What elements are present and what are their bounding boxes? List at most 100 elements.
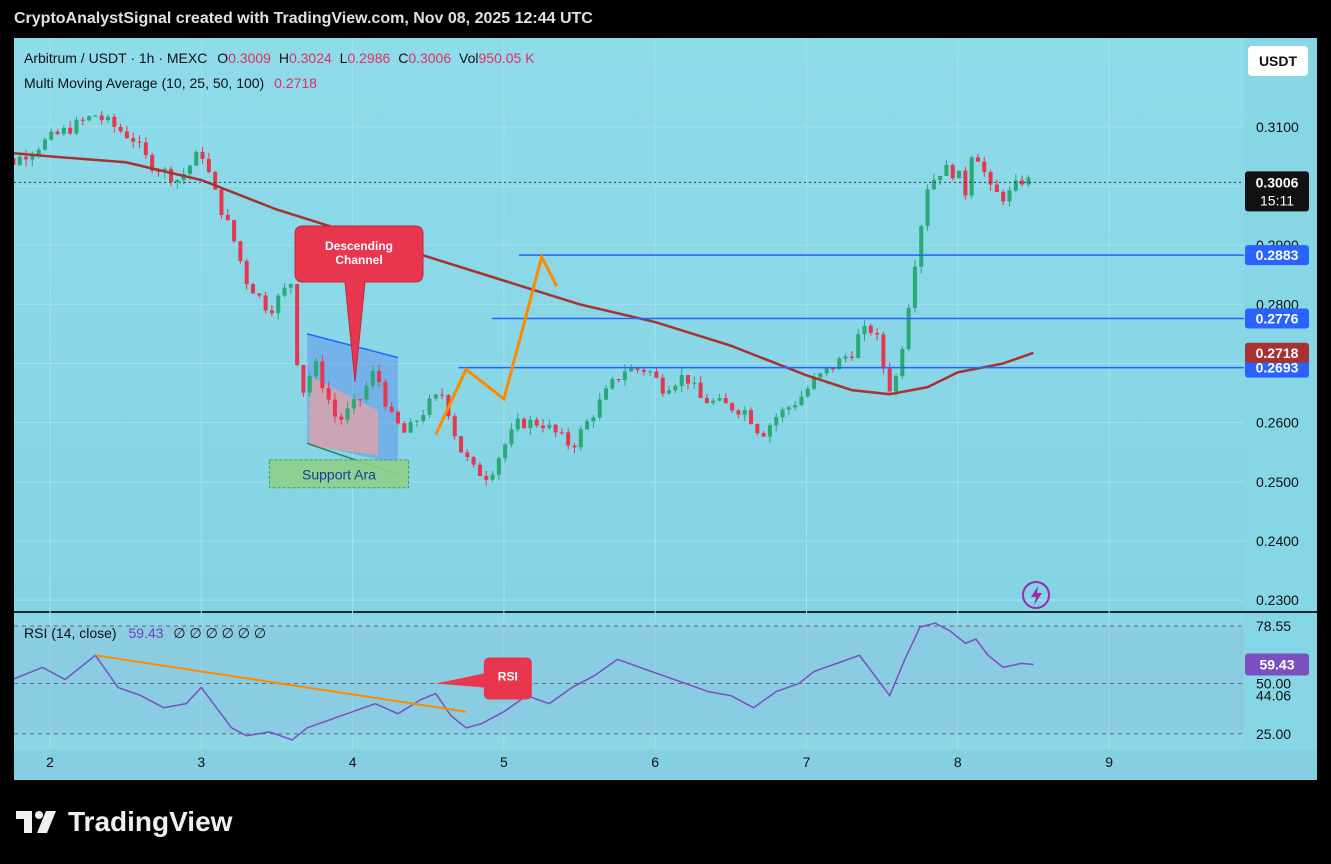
candle-down — [55, 131, 60, 135]
candle-up — [597, 399, 602, 418]
candle-down — [118, 126, 123, 132]
open-value: 0.3009 — [228, 50, 271, 66]
candle-down — [982, 161, 987, 173]
candle-up — [692, 382, 697, 384]
price-axis-tick: 0.2300 — [1256, 592, 1299, 608]
price-level-tag-text: 0.2883 — [1256, 247, 1299, 263]
candle-down — [24, 156, 29, 160]
ma-label: Multi Moving Average (10, 25, 50, 100) — [24, 75, 265, 91]
chart-frame: Support AraDescendingChannel0.31000.3000… — [14, 38, 1317, 780]
rsi-axis-tick: 44.06 — [1256, 687, 1291, 703]
candle-up — [585, 421, 590, 430]
candle-up — [496, 458, 501, 475]
candle-down — [685, 375, 690, 384]
candle-up — [957, 170, 962, 179]
rsi-band — [14, 625, 1244, 734]
candle-down — [975, 157, 980, 162]
candle-up — [673, 385, 678, 391]
tradingview-logo-icon — [16, 811, 56, 833]
candle-down — [244, 261, 249, 285]
brand-name: TradingView — [68, 806, 233, 837]
candle-down — [484, 476, 489, 480]
candle-up — [604, 388, 609, 400]
candle-down — [553, 424, 558, 433]
candle-down — [137, 141, 142, 143]
candle-down — [80, 119, 85, 121]
time-axis-tick: 3 — [197, 754, 205, 770]
candle-down — [761, 433, 766, 437]
candle-up — [490, 474, 495, 480]
candle-up — [433, 394, 438, 399]
candle-down — [522, 418, 527, 429]
candle-up — [818, 373, 823, 378]
candle-down — [723, 398, 728, 404]
candle-up — [421, 414, 426, 422]
candle-up — [74, 119, 79, 134]
rsi-legend[interactable]: RSI (14, close) 59.43 ∅ ∅ ∅ ∅ ∅ ∅ — [24, 625, 266, 642]
candle-down — [540, 425, 545, 429]
rsi-callout-text: RSI — [498, 670, 518, 684]
candle-up — [679, 375, 684, 386]
candle-down — [950, 164, 955, 179]
time-axis-tick: 6 — [651, 754, 659, 770]
price-level-tag-text: 0.2776 — [1256, 310, 1299, 326]
symbol-label[interactable]: Arbitrum / USDT · 1h · MEXC — [24, 50, 207, 66]
ma-legend[interactable]: Multi Moving Average (10, 25, 50, 100) 0… — [24, 75, 317, 91]
chart-attribution: CryptoAnalystSignal created with Trading… — [14, 10, 593, 27]
candle-down — [320, 361, 325, 389]
currency-button[interactable]: USDT — [1248, 46, 1308, 76]
candle-up — [105, 116, 110, 121]
candle-down — [295, 284, 300, 365]
candle-down — [200, 151, 205, 159]
price-legend: Arbitrum / USDT · 1h · MEXC O0.3009 H0.3… — [24, 50, 535, 66]
candle-up — [793, 405, 798, 408]
candle-up — [906, 307, 911, 350]
candle-down — [1001, 191, 1006, 202]
candle-up — [805, 388, 810, 397]
projection-arrow — [434, 252, 559, 436]
low-value: 0.2986 — [347, 50, 391, 66]
candle-up — [42, 139, 47, 150]
rsi-value: 59.43 — [128, 625, 164, 641]
candle-down — [389, 406, 394, 412]
candle-up — [824, 368, 829, 374]
candle-down — [749, 410, 754, 425]
high-value: 0.3024 — [288, 50, 332, 66]
candle-down — [452, 416, 457, 437]
candle-down — [131, 138, 136, 142]
candle-up — [61, 127, 66, 135]
candle-up — [799, 396, 804, 406]
candle-up — [49, 131, 54, 140]
time-axis-tick: 9 — [1105, 754, 1113, 770]
candle-down — [641, 369, 646, 372]
candle-down — [99, 115, 104, 121]
candle-up — [944, 164, 949, 176]
ma-value-tag-text: 0.2718 — [1256, 345, 1299, 361]
lightning-bolt-icon — [1031, 586, 1042, 605]
candle-down — [994, 184, 999, 192]
candle-up — [1007, 190, 1012, 202]
candle-down — [169, 168, 174, 183]
tradingview-logo[interactable]: TradingView — [16, 806, 232, 838]
candle-down — [459, 436, 464, 453]
candle-down — [377, 371, 382, 382]
candle-down — [963, 170, 968, 196]
candle-up — [938, 175, 943, 180]
candle-up — [648, 371, 653, 373]
candle-down — [112, 116, 117, 127]
chart-svg: Support AraDescendingChannel0.31000.3000… — [14, 38, 1309, 770]
candle-up — [717, 398, 722, 401]
rsi-label: RSI (14, close) — [24, 625, 117, 641]
candle-up — [742, 410, 747, 415]
candle-up — [276, 295, 281, 314]
candle-up — [629, 367, 634, 372]
candle-down — [887, 368, 892, 392]
candle-down — [704, 398, 709, 404]
rsi-value-tag-text: 59.43 — [1259, 657, 1294, 673]
candle-up — [307, 376, 312, 393]
candle-down — [250, 284, 255, 294]
close-label: C — [398, 50, 409, 66]
candle-up — [780, 409, 785, 418]
candle-up — [503, 444, 508, 459]
candle-down — [465, 452, 470, 457]
